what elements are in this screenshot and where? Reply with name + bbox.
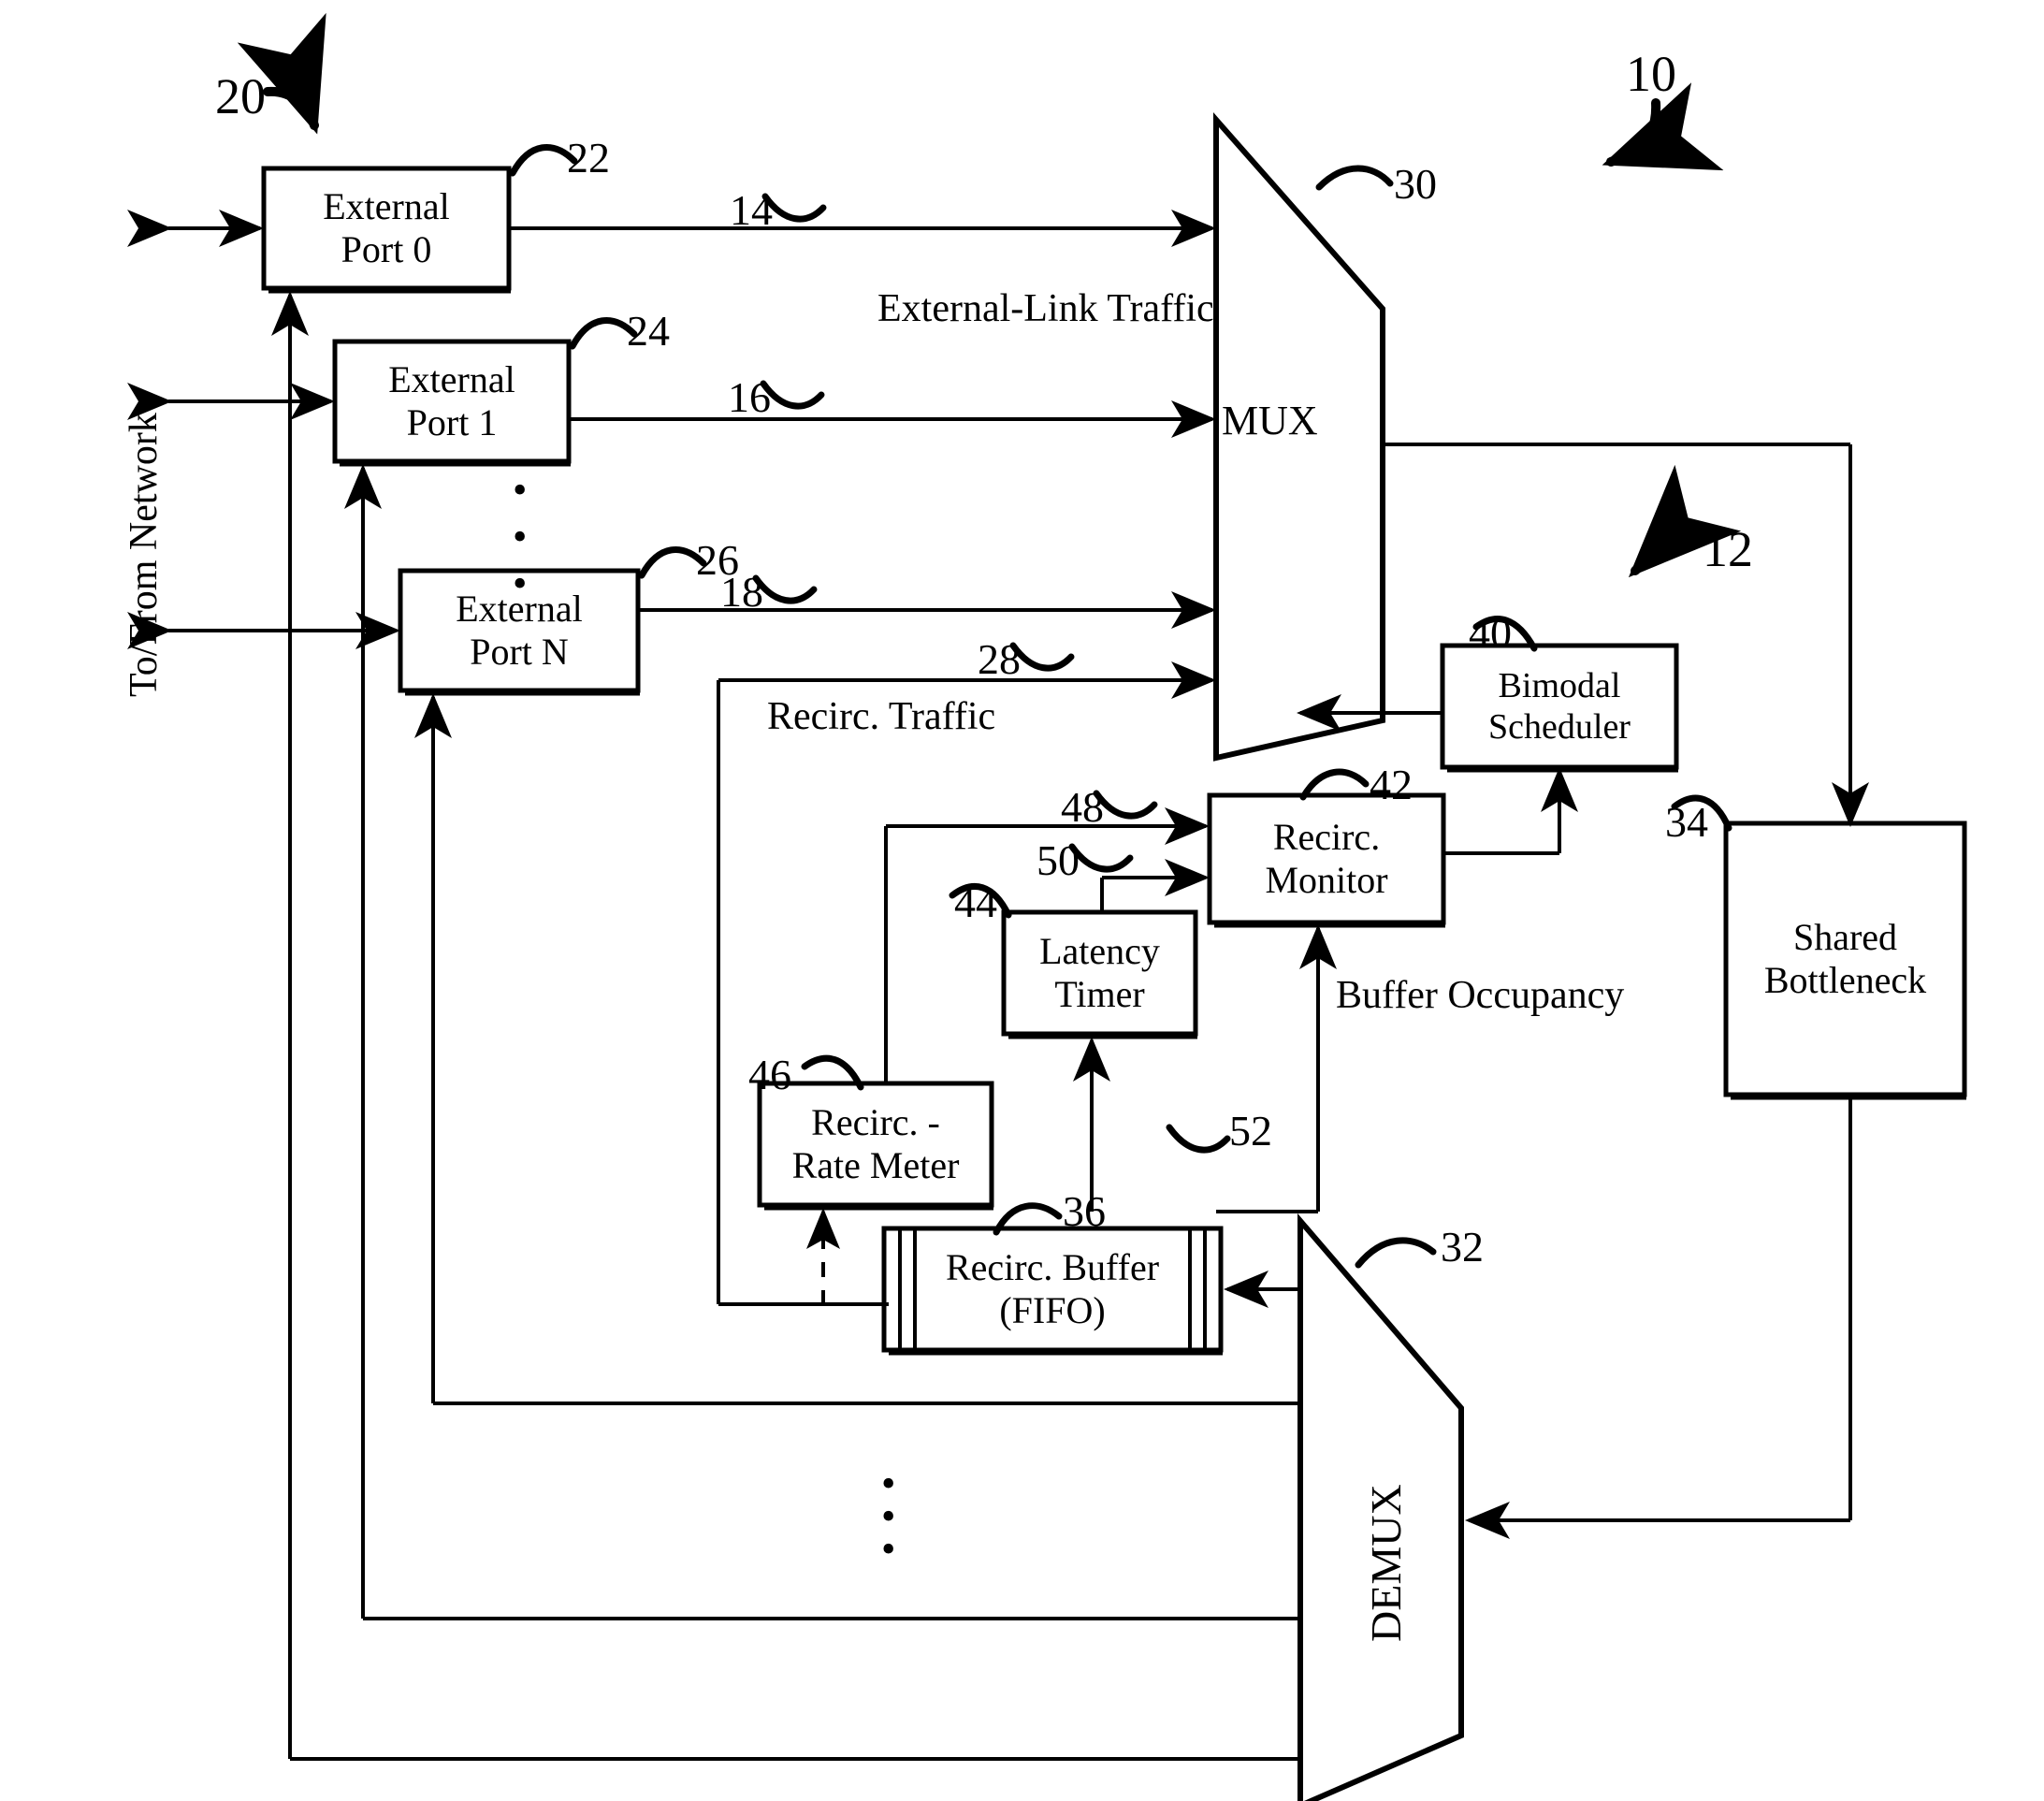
ref-16: 16 [728, 373, 771, 421]
leader-12-arrow [1628, 464, 1742, 578]
latency-timer-line2: Timer [1054, 973, 1145, 1015]
external-port-0-line1: External [323, 184, 450, 227]
ref-52: 52 [1229, 1107, 1272, 1155]
latency-timer-label: Latency Timer [1004, 912, 1196, 1034]
latency-timer-line1: Latency [1039, 929, 1160, 972]
external-port-1-line2: Port 1 [406, 401, 498, 443]
external-port-0-line2: Port 0 [341, 228, 432, 270]
demux-ellipsis-dot-3: • [881, 1526, 896, 1572]
shared-bottleneck-line1: Shared [1792, 915, 1898, 958]
recirc-monitor-line1: Recirc. [1272, 815, 1381, 858]
leader-10-arrow [1602, 82, 1724, 171]
leader-28 [1009, 642, 1075, 672]
patent-figure: To/From Network 10 12 20 External Port 0… [0, 0, 2044, 1801]
recirc-rate-meter-line2: Rate Meter [791, 1144, 960, 1186]
recirc-rate-meter-line1: Recirc. - [811, 1100, 940, 1143]
ref-44: 44 [954, 879, 997, 926]
leader-26 [638, 546, 707, 579]
mux-label: MUX [1222, 398, 1318, 443]
shared-bottleneck-label: Shared Bottleneck [1726, 823, 1964, 1095]
leader-52 [1166, 1124, 1231, 1154]
ref-22: 22 [567, 134, 610, 182]
ref-28: 28 [978, 635, 1021, 683]
recirc-buffer-line1: Recirc. Buffer [945, 1245, 1160, 1288]
leader-22 [509, 144, 578, 177]
external-port-n-line2: Port N [470, 631, 569, 673]
recirc-buffer-label: Recirc. Buffer (FIFO) [915, 1228, 1190, 1350]
bimodal-scheduler-line2: Scheduler [1488, 707, 1631, 747]
bimodal-scheduler-line1: Bimodal [1498, 665, 1621, 705]
ref-14: 14 [730, 186, 773, 234]
network-label: To/From Network [123, 413, 166, 697]
subsystem-ref-12: 12 [1703, 521, 1753, 577]
ref-40: 40 [1469, 609, 1512, 657]
leader-20-arrow [237, 12, 326, 135]
system-ref-10: 10 [1626, 46, 1676, 102]
external-port-0-label: External Port 0 [264, 168, 509, 288]
ref-30: 30 [1394, 160, 1437, 208]
ref-32: 32 [1441, 1223, 1484, 1271]
leader-18 [752, 574, 818, 604]
ref-50: 50 [1036, 836, 1080, 884]
recirc-monitor-label: Recirc. Monitor [1210, 795, 1443, 922]
ref-42: 42 [1370, 761, 1413, 808]
ref-34: 34 [1665, 798, 1708, 846]
ref-46: 46 [748, 1051, 791, 1098]
ref-18: 18 [720, 568, 763, 616]
leader-16 [760, 380, 825, 410]
leader-14 [761, 193, 827, 223]
port-ellipsis-dot-1: • [513, 467, 528, 513]
recirc-buffer-line2: (FIFO) [999, 1289, 1106, 1331]
port-ellipsis-dot-3: • [513, 560, 528, 606]
recirc-monitor-line2: Monitor [1265, 859, 1388, 901]
leader-24 [569, 317, 638, 350]
leader-50 [1068, 843, 1134, 873]
bimodal-scheduler-label: Bimodal Scheduler [1442, 646, 1676, 767]
demux-label: DEMUX [1362, 1484, 1410, 1642]
recirc-rate-meter-label: Recirc. - Rate Meter [760, 1083, 992, 1205]
recirc-traffic-label: Recirc. Traffic [767, 695, 996, 738]
leader-48 [1093, 790, 1158, 820]
ref-24: 24 [627, 307, 670, 355]
port-ellipsis-dot-2: • [513, 514, 528, 559]
leader-32 [1355, 1237, 1437, 1269]
ref-48: 48 [1061, 783, 1104, 831]
buffer-occupancy-label: Buffer Occupancy [1336, 974, 1625, 1017]
external-port-1-label: External Port 1 [335, 341, 569, 461]
shared-bottleneck-line2: Bottleneck [1763, 959, 1927, 1001]
leader-30 [1315, 165, 1394, 191]
external-port-1-line1: External [388, 357, 515, 400]
external-link-traffic-label: External-Link Traffic [877, 287, 1214, 330]
port-group-ref-20: 20 [215, 68, 266, 124]
ref-36: 36 [1063, 1187, 1106, 1235]
